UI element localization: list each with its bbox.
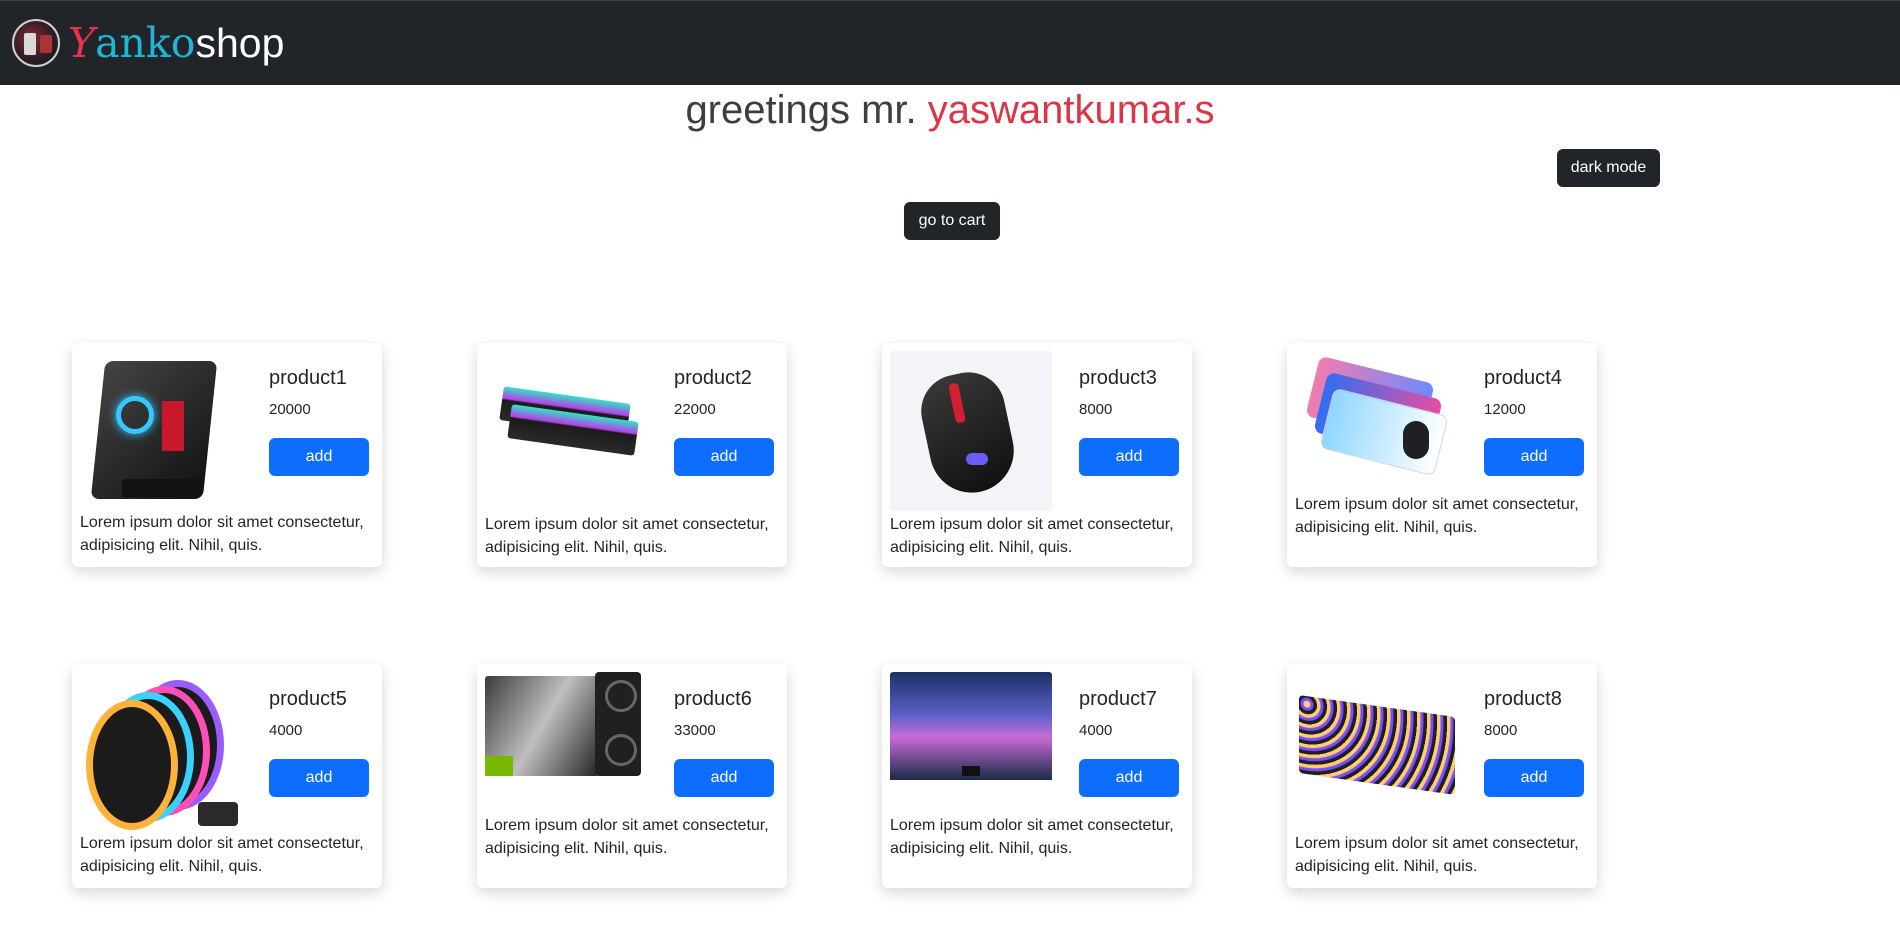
product-price: 8000 <box>1079 401 1113 418</box>
product-description: Lorem ipsum dolor sit amet consectetur, … <box>80 514 364 554</box>
product-description: Lorem ipsum dolor sit amet consectetur, … <box>80 835 364 875</box>
pc-case-image <box>80 351 242 511</box>
product-title: product7 <box>1079 688 1157 710</box>
product-card-7: product7 4000 add Lorem ipsum dolor sit … <box>882 664 1192 888</box>
add-to-cart-button[interactable]: add <box>269 438 369 476</box>
graphics-card-image <box>485 672 647 782</box>
product-description: Lorem ipsum dolor sit amet consectetur, … <box>890 817 1174 857</box>
mousepad-image <box>1295 351 1457 491</box>
greeting-prefix: greetings mr. <box>685 88 928 132</box>
add-to-cart-button[interactable]: add <box>1484 759 1584 797</box>
gaming-mouse-image <box>890 351 1052 511</box>
product-title: product1 <box>269 367 347 389</box>
product-description: Lorem ipsum dolor sit amet consectetur, … <box>1295 496 1579 536</box>
product-card-3: product3 8000 add Lorem ipsum dolor sit … <box>882 343 1192 567</box>
product-title: product5 <box>269 688 347 710</box>
add-to-cart-button[interactable]: add <box>674 438 774 476</box>
brand-logo[interactable]: Y anko shop <box>68 18 285 67</box>
product-price: 20000 <box>269 401 311 418</box>
add-to-cart-button[interactable]: add <box>1079 759 1179 797</box>
dark-mode-button[interactable]: dark mode <box>1557 149 1660 187</box>
product-title: product4 <box>1484 367 1562 389</box>
greeting-heading: greetings mr. yaswantkumar.s <box>0 88 1900 133</box>
product-card-4: product4 12000 add Lorem ipsum dolor sit… <box>1287 343 1597 567</box>
greeting-username: yaswantkumar.s <box>927 88 1215 132</box>
monitor-image <box>890 672 1052 782</box>
add-to-cart-button[interactable]: add <box>674 759 774 797</box>
product-price: 22000 <box>674 401 716 418</box>
product-price: 4000 <box>1079 722 1113 739</box>
product-title: product6 <box>674 688 752 710</box>
product-description: Lorem ipsum dolor sit amet consectetur, … <box>485 516 769 556</box>
product-title: product3 <box>1079 367 1157 389</box>
product-card-6: product6 33000 add Lorem ipsum dolor sit… <box>477 664 787 888</box>
product-price: 4000 <box>269 722 303 739</box>
product-card-5: product5 4000 add Lorem ipsum dolor sit … <box>72 664 382 888</box>
add-to-cart-button[interactable]: add <box>1079 438 1179 476</box>
product-description: Lorem ipsum dolor sit amet consectetur, … <box>1295 835 1579 875</box>
product-price: 12000 <box>1484 401 1526 418</box>
product-price: 8000 <box>1484 722 1518 739</box>
product-title: product8 <box>1484 688 1562 710</box>
product-card-2: product2 22000 add Lorem ipsum dolor sit… <box>477 343 787 567</box>
product-title: product2 <box>674 367 752 389</box>
keyboard-image <box>1295 672 1457 832</box>
brand-text-anko: anko <box>95 18 196 67</box>
add-to-cart-button[interactable]: add <box>1484 438 1584 476</box>
product-price: 33000 <box>674 722 716 739</box>
profile-avatar-icon[interactable] <box>12 19 60 67</box>
rgb-fans-image <box>80 672 242 832</box>
product-description: Lorem ipsum dolor sit amet consectetur, … <box>890 516 1174 556</box>
navbar: Y anko shop <box>0 0 1900 85</box>
brand-text-shop: shop <box>195 19 285 66</box>
ram-image <box>485 351 647 511</box>
product-card-1: product1 20000 add Lorem ipsum dolor sit… <box>72 343 382 567</box>
go-to-cart-button[interactable]: go to cart <box>904 202 1000 240</box>
product-description: Lorem ipsum dolor sit amet consectetur, … <box>485 817 769 857</box>
brand-letter-y: Y <box>68 18 96 67</box>
product-card-8: product8 8000 add Lorem ipsum dolor sit … <box>1287 664 1597 888</box>
add-to-cart-button[interactable]: add <box>269 759 369 797</box>
